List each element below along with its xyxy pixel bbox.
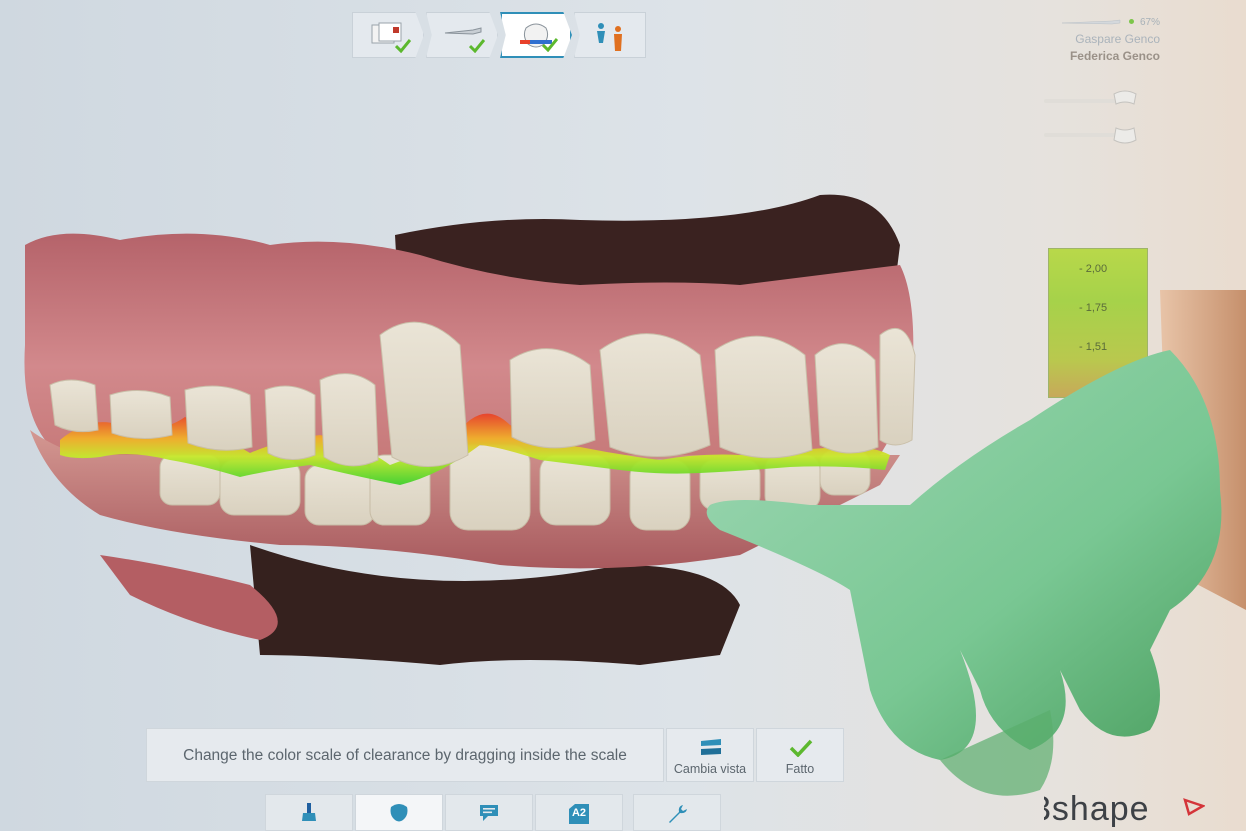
- patient-info: 67% Gaspare Genco Federica Genco: [1062, 14, 1160, 63]
- instruction-bar: Change the color scale of clearance by d…: [146, 728, 664, 782]
- status-dot: [1128, 19, 1134, 25]
- wrench-icon: [669, 805, 687, 823]
- toolbar-tooth[interactable]: [355, 794, 443, 831]
- step-patient-view[interactable]: [574, 12, 646, 58]
- toolbar-tools[interactable]: [633, 794, 721, 831]
- done-label: Fatto: [785, 762, 815, 776]
- toolbar-shade[interactable]: A2: [535, 794, 623, 831]
- toolbar-paint[interactable]: [265, 794, 353, 831]
- check-icon: [395, 39, 411, 53]
- check-icon: [789, 739, 813, 757]
- scale-tick-label: - 2,00: [1079, 263, 1108, 275]
- patient-name: Federica Genco: [1069, 49, 1160, 63]
- change-view-label: Cambia vista: [673, 762, 747, 776]
- change-view-button[interactable]: Cambia vista: [666, 728, 754, 782]
- lower-jaw-icon: [1113, 127, 1137, 144]
- scanner-status-icon: [1062, 19, 1121, 25]
- shade-label: A2: [571, 807, 587, 819]
- check-icon: [542, 38, 558, 52]
- battery-level: 67%: [1139, 17, 1160, 28]
- paint-icon: [302, 803, 316, 821]
- step-analyze[interactable]: [500, 12, 572, 58]
- doctor-name: Gaspare Genco: [1075, 32, 1160, 46]
- brand-triangle-icon: [1183, 798, 1205, 816]
- battery-row: 67%: [1062, 14, 1160, 28]
- jaw-view-icon: [701, 739, 721, 755]
- comment-icon: [480, 805, 498, 821]
- people-icon: [597, 23, 622, 51]
- workflow-steps: [352, 12, 646, 58]
- upper-jaw-icon: [1113, 90, 1137, 105]
- brand-logo: 3shape: [1032, 790, 1150, 828]
- step-order-form[interactable]: [352, 12, 424, 58]
- toolbar-comment[interactable]: [445, 794, 533, 831]
- tooth-icon: [390, 804, 408, 822]
- step-scan[interactable]: [426, 12, 498, 58]
- check-icon: [469, 39, 485, 53]
- done-button[interactable]: Fatto: [756, 728, 844, 782]
- scanner-icon: [444, 27, 482, 35]
